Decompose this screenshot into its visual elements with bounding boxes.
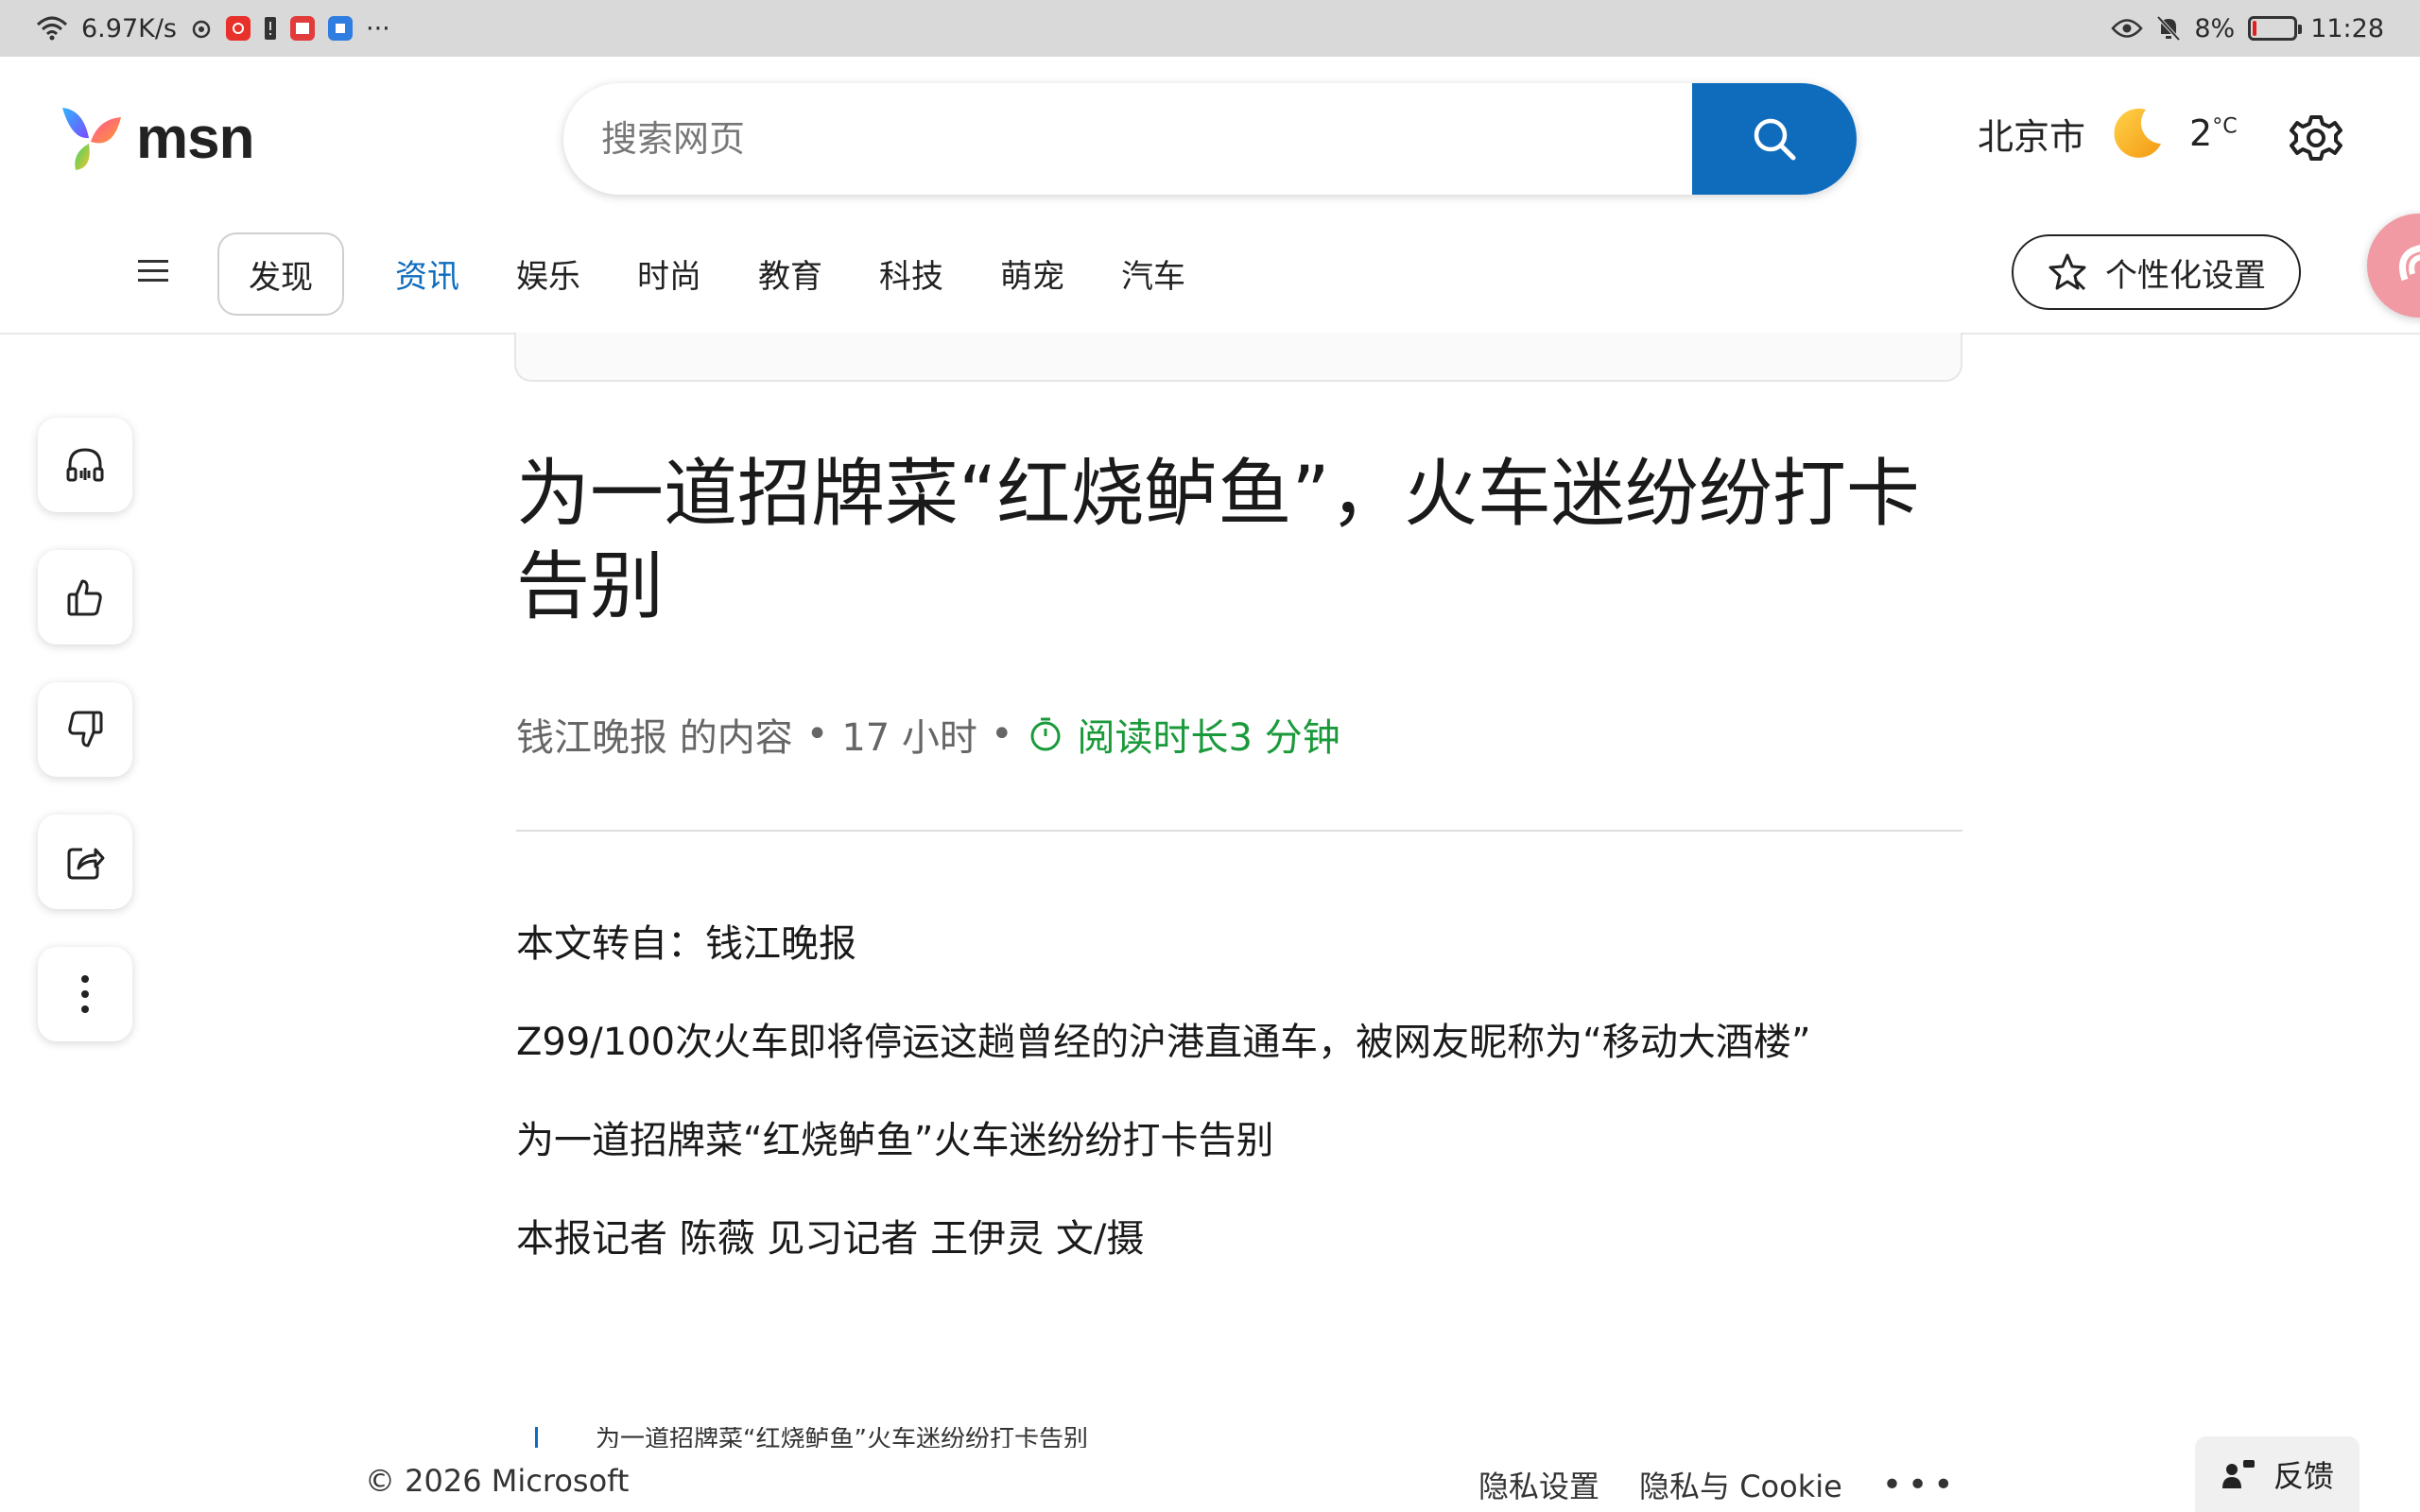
search-button[interactable]: [1692, 83, 1857, 195]
article-title: 为一道招牌菜“红烧鲈鱼”，火车迷纷纷打卡告别: [516, 452, 1920, 629]
settings-button[interactable]: [2288, 110, 2344, 166]
feedback-button[interactable]: 反馈: [2195, 1436, 2360, 1512]
image-caption: 为一道招牌菜“红烧鲈鱼”火车迷纷纷打卡告别: [535, 1427, 1858, 1448]
status-bar: 6.97K/s ··· 8% 11:28: [0, 0, 2420, 57]
more-vertical-icon: [81, 975, 89, 1013]
article-paragraph: Z99/100次火车即将停运这趟曾经的沪港直通车，被网友昵称为“移动大酒楼”: [516, 1021, 1811, 1064]
temperature-unit: °C: [2212, 114, 2238, 139]
privacy-cookie-link[interactable]: 隐私与 Cookie: [1639, 1463, 1842, 1506]
temperature-value: 2: [2189, 112, 2213, 154]
article-time: 17 小时: [841, 716, 977, 760]
action-rail: [38, 418, 132, 1041]
search-icon: [1754, 118, 1796, 161]
nav-tab[interactable]: 教育: [758, 250, 822, 297]
weather-city: 北京市: [1978, 115, 2086, 158]
like-button[interactable]: [38, 550, 132, 644]
nav-tab[interactable]: 汽车: [1121, 250, 1185, 297]
weibo-icon: [190, 17, 213, 40]
caption-accent-bar: [535, 1427, 538, 1448]
weather-widget[interactable]: 北京市 2°C: [1978, 104, 2238, 163]
privacy-settings-link[interactable]: 隐私设置: [1478, 1463, 1599, 1506]
caption-text: 为一道招牌菜“红烧鲈鱼”火车迷纷纷打卡告别: [596, 1427, 1088, 1448]
discover-button[interactable]: 发现: [217, 232, 344, 316]
gear-icon: [2290, 115, 2342, 161]
read-time: 阅读时长3 分钟: [1027, 707, 1340, 762]
share-icon: [67, 848, 105, 880]
wifi-icon: [36, 15, 68, 42]
search-input[interactable]: [563, 83, 1692, 195]
headphones-icon: [66, 448, 104, 482]
article-paragraph: 本文转自：钱江晚报: [516, 922, 856, 966]
menu-button[interactable]: [138, 257, 172, 285]
star-edit-icon: [2048, 253, 2086, 291]
personalize-label: 个性化设置: [2105, 256, 2266, 295]
article-paragraph: 为一道招牌菜“红烧鲈鱼”火车迷纷纷打卡告别: [516, 1119, 1274, 1162]
net-speed: 6.97K/s: [81, 13, 177, 43]
read-time-label: 阅读时长3 分钟: [1077, 716, 1340, 760]
article-meta: 钱江晚报 的内容 • 17 小时 • 阅读时长3 分钟: [516, 707, 1340, 762]
eye-icon: [2111, 18, 2144, 39]
category-nav: 发现 资讯 娱乐 时尚 教育 科技 萌宠 汽车 个性化设置: [0, 231, 2420, 316]
battery-percent: 8%: [2194, 13, 2236, 43]
netease-app-icon: [226, 16, 251, 41]
dislike-button[interactable]: [38, 682, 132, 777]
moon-icon: [2114, 108, 2162, 158]
thumbs-up-icon: [67, 579, 102, 616]
thumbs-down-icon: [68, 711, 103, 747]
mute-bell-icon: [2156, 15, 2181, 42]
notes-app-icon: [328, 16, 353, 41]
previous-card-edge: [514, 333, 1962, 382]
nav-tab[interactable]: 资讯: [395, 250, 459, 297]
msn-logo[interactable]: msn: [55, 100, 254, 176]
status-more: ···: [366, 13, 390, 43]
share-button[interactable]: [38, 815, 132, 909]
feedback-icon: [2221, 1460, 2255, 1488]
book-app-icon: [290, 16, 315, 41]
alert-icon: [264, 16, 277, 41]
logo-text: msn: [136, 105, 254, 171]
feedback-label: 反馈: [2273, 1458, 2334, 1494]
personalize-button[interactable]: 个性化设置: [2012, 234, 2301, 310]
footer-links: 隐私设置 隐私与 Cookie •••: [1478, 1463, 1960, 1506]
msn-butterfly-icon: [62, 108, 121, 170]
copyright: © 2026 Microsoft: [365, 1463, 630, 1499]
hamburger-icon: [138, 260, 168, 282]
battery-icon: [2248, 16, 2303, 41]
clock: 11:28: [2310, 13, 2384, 43]
listen-button[interactable]: [38, 418, 132, 512]
search-bar: [563, 83, 1857, 195]
footer-more-button[interactable]: •••: [1882, 1466, 1960, 1504]
meta-separator: •: [990, 713, 1013, 756]
nav-tab[interactable]: 时尚: [637, 250, 701, 297]
more-options-button[interactable]: [38, 947, 132, 1041]
article-paragraph: 本报记者 陈薇 见习记者 王伊灵 文/摄: [516, 1217, 1145, 1261]
nav-tabs: 资讯 娱乐 时尚 教育 科技 萌宠 汽车: [395, 231, 1185, 316]
swirl-icon: [2399, 245, 2420, 282]
weather-temperature: 2°C: [2189, 112, 2238, 154]
nav-tab[interactable]: 娱乐: [516, 250, 580, 297]
meta-separator: •: [805, 713, 829, 756]
article-source[interactable]: 钱江晚报 的内容: [516, 707, 793, 762]
meta-divider: [516, 830, 1962, 832]
nav-tab[interactable]: 科技: [879, 250, 943, 297]
floating-widget-button[interactable]: [2367, 214, 2420, 318]
timer-icon: [1030, 717, 1061, 751]
header: msn 北京市 2°C 发现 资讯娱乐时尚教育科技萌宠汽车 个性化: [0, 57, 2420, 335]
nav-tab[interactable]: 萌宠: [1000, 250, 1064, 297]
